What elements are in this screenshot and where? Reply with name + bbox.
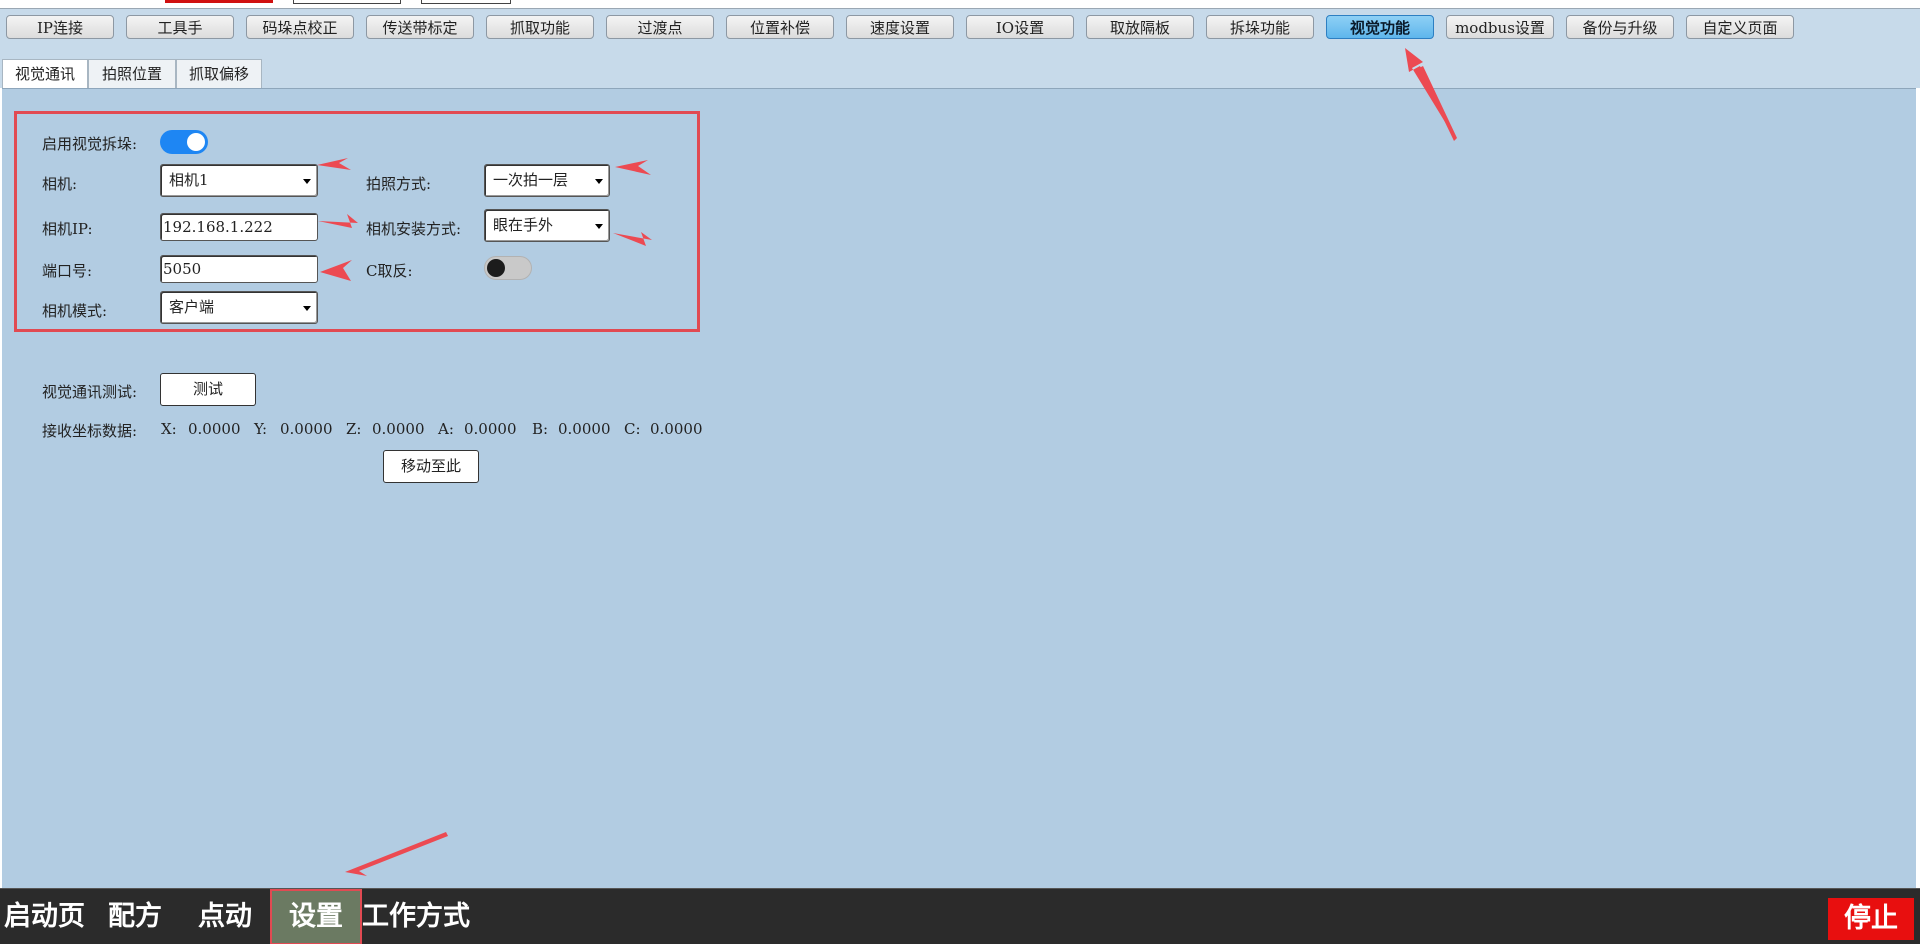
tab-grab-function[interactable]: 抓取功能 [486, 15, 594, 39]
top-header-strip [0, 0, 1920, 9]
photo-mode-label: 拍照方式: [366, 175, 432, 193]
main-tab-bar: IP连接 工具手 码垛点校正 传送带标定 抓取功能 过渡点 位置补偿 速度设置 … [0, 9, 1920, 49]
nav-settings[interactable]: 设置 [270, 889, 362, 944]
test-button[interactable]: 测试 [160, 373, 256, 406]
tab-position-compensation[interactable]: 位置补偿 [726, 15, 834, 39]
coord-a-label: A: [438, 420, 454, 438]
move-here-button[interactable]: 移动至此 [383, 450, 479, 483]
nav-jog[interactable]: 点动 [198, 889, 252, 944]
stop-button[interactable]: 停止 [1828, 898, 1914, 940]
tab-io-settings[interactable]: IO设置 [966, 15, 1074, 39]
chevron-down-icon [303, 179, 311, 184]
coord-b-value: 0.0000 [558, 420, 611, 438]
tab-vision-function[interactable]: 视觉功能 [1326, 15, 1434, 39]
sub-tab-bar: 视觉通讯 拍照位置 抓取偏移 [0, 49, 1920, 89]
tab-pick-place-partition[interactable]: 取放隔板 [1086, 15, 1194, 39]
coord-y-value: 0.0000 [280, 420, 333, 438]
subtab-photo-position[interactable]: 拍照位置 [88, 59, 176, 88]
content-area: 启用视觉拆垛: 相机: 相机1 拍照方式: 一次拍一层 相机IP: 192.16… [2, 88, 1916, 888]
vision-test-label: 视觉通讯测试: [42, 383, 138, 401]
subtab-grab-offset[interactable]: 抓取偏移 [176, 59, 262, 88]
camera-mount-label: 相机安装方式: [366, 220, 462, 238]
tab-custom-page[interactable]: 自定义页面 [1686, 15, 1794, 39]
nav-home[interactable]: 启动页 [4, 889, 85, 944]
c-invert-label: C取反: [366, 262, 413, 280]
camera-select-value: 相机1 [169, 171, 209, 189]
toggle-knob [187, 133, 205, 151]
header-box-fragment [293, 0, 401, 4]
app-root: IP连接 工具手 码垛点校正 传送带标定 抓取功能 过渡点 位置补偿 速度设置 … [0, 0, 1920, 944]
photo-mode-select-value: 一次拍一层 [493, 171, 569, 189]
coord-x-label: X: [161, 420, 177, 438]
nav-recipe[interactable]: 配方 [108, 889, 162, 944]
enable-vision-toggle[interactable] [160, 130, 208, 154]
camera-ip-label: 相机IP: [42, 220, 93, 238]
tab-speed-settings[interactable]: 速度设置 [846, 15, 954, 39]
chevron-down-icon [595, 224, 603, 229]
received-coords-label: 接收坐标数据: [42, 422, 138, 440]
port-label: 端口号: [42, 262, 93, 280]
coord-a-value: 0.0000 [464, 420, 517, 438]
tab-conveyor-calibration[interactable]: 传送带标定 [366, 15, 474, 39]
camera-mode-label: 相机模式: [42, 302, 108, 320]
camera-mount-select-value: 眼在手外 [493, 216, 554, 234]
tab-tool-hand[interactable]: 工具手 [126, 15, 234, 39]
coord-c-label: C: [624, 420, 641, 438]
c-invert-toggle[interactable] [484, 256, 532, 280]
photo-mode-select[interactable]: 一次拍一层 [484, 164, 610, 197]
chevron-down-icon [595, 179, 603, 184]
tab-stack-calibration[interactable]: 码垛点校正 [246, 15, 354, 39]
camera-label: 相机: [42, 175, 78, 193]
coord-z-value: 0.0000 [372, 420, 425, 438]
camera-mode-select[interactable]: 客户端 [160, 291, 318, 324]
header-box-fragment [421, 0, 511, 4]
tab-transition-point[interactable]: 过渡点 [606, 15, 714, 39]
tab-modbus-settings[interactable]: modbus设置 [1446, 15, 1554, 39]
camera-ip-input[interactable]: 192.168.1.222 [160, 213, 318, 241]
coord-z-label: Z: [346, 420, 362, 438]
coord-b-label: B: [532, 420, 549, 438]
enable-vision-label: 启用视觉拆垛: [42, 135, 138, 153]
camera-mount-select[interactable]: 眼在手外 [484, 209, 610, 242]
toggle-knob [487, 259, 505, 277]
header-logo-fragment [165, 0, 273, 3]
subtab-vision-comm[interactable]: 视觉通讯 [2, 59, 88, 89]
nav-work-mode[interactable]: 工作方式 [362, 889, 470, 944]
camera-mode-select-value: 客户端 [169, 298, 215, 316]
camera-select[interactable]: 相机1 [160, 164, 318, 197]
tab-backup-upgrade[interactable]: 备份与升级 [1566, 15, 1674, 39]
coord-x-value: 0.0000 [188, 420, 241, 438]
coord-c-value: 0.0000 [650, 420, 703, 438]
bottom-nav-bar: 启动页 配方 点动 设置 工作方式 停止 [0, 888, 1920, 944]
coord-y-label: Y: [254, 420, 268, 438]
chevron-down-icon [303, 306, 311, 311]
tab-ip-connection[interactable]: IP连接 [6, 15, 114, 39]
port-input[interactable]: 5050 [160, 255, 318, 283]
tab-depalletize[interactable]: 拆垛功能 [1206, 15, 1314, 39]
